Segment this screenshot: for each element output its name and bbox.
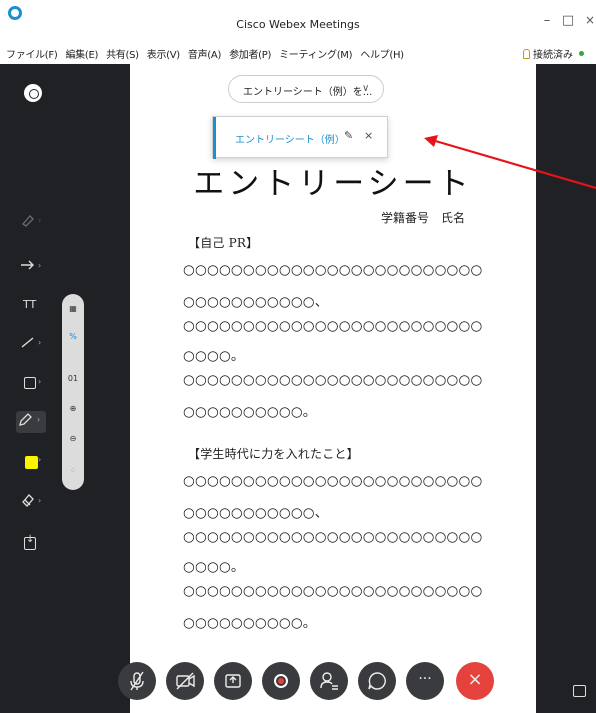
zoom-toolbar: ▦ % 01 ⊕ ⊖ ⁘ (62, 294, 84, 490)
document-line: ○○○○○○○○○○○、 (183, 505, 329, 521)
grid-icon[interactable]: ▦ (62, 304, 84, 313)
document-title: エントリーシート (193, 166, 473, 202)
document-selector-label: エントリーシート（例）を... (243, 87, 373, 98)
menu-view[interactable]: 表示(V) (147, 46, 180, 61)
document-tab-label[interactable]: エントリーシート（例） (235, 131, 345, 146)
maximize-button[interactable]: □ (561, 13, 575, 28)
participants-icon (320, 672, 338, 690)
text-tool-label: TT (23, 298, 37, 311)
drag-handle-icon[interactable]: ⁘ (62, 466, 84, 475)
participants-button[interactable] (310, 662, 348, 700)
close-document-icon[interactable]: × (364, 129, 373, 142)
eraser-icon[interactable]: › (20, 212, 50, 234)
more-options-button[interactable]: ··· (406, 662, 444, 700)
video-icon (176, 672, 195, 690)
menu-file[interactable]: ファイル(F) (6, 46, 58, 61)
color-picker-icon[interactable]: › (20, 451, 50, 473)
menu-meeting[interactable]: ミーティング(M) (279, 46, 352, 61)
document-line: ○○○○○○○○○○○○○○○○○○○○○○○○○ (183, 473, 483, 489)
arrow-pointer-icon[interactable]: › (20, 257, 50, 279)
menu-share[interactable]: 共有(S) (106, 46, 139, 61)
chevron-down-icon: ∨ (362, 83, 370, 94)
record-icon (274, 674, 288, 688)
menu-help[interactable]: ヘルプ(H) (360, 46, 404, 61)
line-tool-icon[interactable]: › (20, 334, 50, 356)
share-button[interactable] (214, 662, 252, 700)
zoom-in-icon[interactable]: ⊕ (62, 404, 84, 413)
document-line: ○○○○○○○○○○。 (183, 615, 317, 631)
end-call-icon: × (467, 669, 483, 690)
selected-color-swatch (25, 456, 38, 469)
video-button[interactable] (166, 662, 204, 700)
text-tool-icon[interactable]: TT (20, 296, 50, 318)
end-call-button[interactable]: × (456, 662, 494, 700)
zoom-out-icon[interactable]: ⊖ (62, 434, 84, 443)
chat-icon (368, 672, 386, 690)
more-icon: ··· (418, 671, 432, 687)
chat-button[interactable] (358, 662, 396, 700)
document-tab-dropdown: エントリーシート（例） ✎ × (212, 116, 388, 159)
section-heading: 【学生時代に力を入れたこと】 (188, 447, 359, 461)
layout-toggle-icon[interactable] (573, 685, 586, 697)
mute-icon (130, 671, 144, 691)
rubber-eraser-icon[interactable]: › (20, 492, 50, 514)
menu-edit[interactable]: 編集(E) (65, 46, 98, 61)
minimize-button[interactable]: – (540, 13, 554, 28)
save-annotation-button[interactable] (20, 534, 50, 556)
connection-status[interactable]: 接続済み (523, 46, 584, 61)
menu-participants[interactable]: 参加者(P) (229, 46, 271, 61)
shape-tool-icon[interactable]: › (20, 373, 50, 395)
share-icon (225, 674, 241, 688)
document-line: ○○○○○○○○○○○○○○○○○○○○○○○○○ (183, 372, 483, 388)
section-heading: 【自己 PR】 (188, 236, 259, 250)
document-line: ○○○○○○○○○○○○○○○○○○○○○○○○○ (183, 583, 483, 599)
pointer-icon[interactable]: % (62, 332, 84, 341)
document-line: ○○○○○○○○○○○○○○○○○○○○○○○○○ (183, 318, 483, 334)
window-title: Cisco Webex Meetings (236, 18, 360, 31)
connection-icon (523, 48, 530, 59)
save-icon (24, 534, 36, 550)
document-line: ○○○○。 (183, 348, 245, 364)
connection-status-label: 接続済み (533, 50, 573, 61)
record-button[interactable] (262, 662, 300, 700)
menu-bar: ファイル(F) 編集(E) 共有(S) 表示(V) 音声(A) 参加者(P) ミ… (0, 38, 596, 64)
connection-indicator-icon (579, 51, 584, 56)
close-window-button[interactable]: × (583, 13, 596, 27)
document-subtitle: 学籍番号 氏名 (381, 211, 466, 225)
edit-document-icon[interactable]: ✎ (344, 129, 353, 142)
document-line: ○○○○○○○○○○○○○○○○○○○○○○○○○ (183, 262, 483, 278)
mute-button[interactable] (118, 662, 156, 700)
document-selector[interactable]: エントリーシート（例）を... ∨ (228, 75, 384, 103)
title-bar: Cisco Webex Meetings – □ × (0, 0, 596, 38)
document-line: ○○○○○○○○○○。 (183, 404, 317, 420)
document-line: ○○○○○○○○○○○○○○○○○○○○○○○○○ (183, 529, 483, 545)
zoom-level[interactable]: 01 (62, 374, 84, 383)
menu-audio[interactable]: 音声(A) (188, 46, 221, 61)
document-line: ○○○○○○○○○○○、 (183, 294, 329, 310)
panel-toggle-icon[interactable] (24, 84, 42, 102)
pen-tool-icon[interactable]: › (16, 411, 46, 433)
document-line: ○○○○。 (183, 559, 245, 575)
